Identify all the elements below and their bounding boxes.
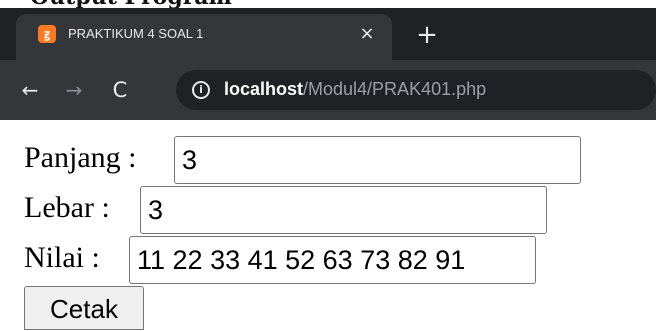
address-bar[interactable]: i localhost/Modul4/PRAK401.php [176,70,656,110]
tab-title: PRAKTIKUM 4 SOAL 1 [68,26,204,41]
browser-tab-bar: ꙃ PRAKTIKUM 4 SOAL 1 × + [0,8,656,60]
panjang-label: Panjang : [24,141,137,174]
nilai-input[interactable] [129,236,536,284]
cropped-page-title: Output Program [30,0,232,8]
favicon-glyph: ꙃ [44,27,50,41]
forward-arrow-icon[interactable]: → [58,74,90,106]
info-icon[interactable]: i [192,81,210,99]
lebar-input[interactable] [140,186,547,234]
browser-toolbar: ← → C i localhost/Modul4/PRAK401.php [0,60,656,120]
close-icon[interactable]: × [354,21,380,47]
reload-icon[interactable]: C [104,74,136,106]
new-tab-plus-icon[interactable]: + [410,18,444,52]
url-path: /Modul4/PRAK401.php [303,79,487,99]
cetak-button[interactable]: Cetak [24,286,144,330]
back-arrow-icon[interactable]: ← [14,74,46,106]
page-content: Panjang : Lebar : Nilai : Cetak [0,120,656,330]
url-host: localhost [224,79,304,99]
panjang-input[interactable] [174,136,581,184]
nilai-label: Nilai : [24,241,100,274]
browser-tab[interactable]: ꙃ PRAKTIKUM 4 SOAL 1 × [16,14,392,60]
address-url[interactable]: localhost/Modul4/PRAK401.php [224,79,486,100]
xampp-icon: ꙃ [38,25,56,43]
lebar-label: Lebar : [24,191,110,224]
cropped-header-strip: Output Program [0,0,656,8]
